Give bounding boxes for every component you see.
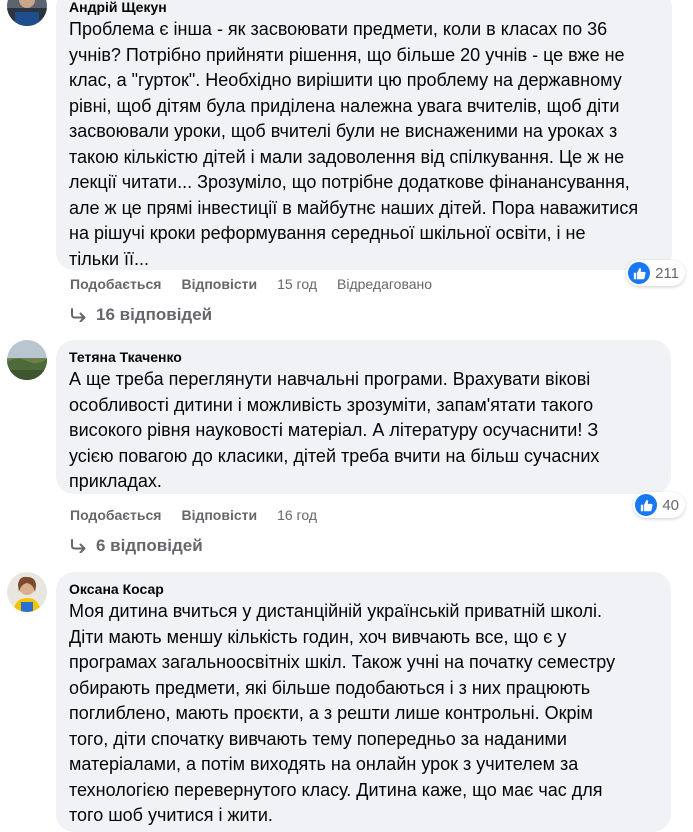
avatar[interactable] [7,340,47,380]
comment-bubble: Тетяна Ткаченко А ще треба переглянути н… [56,340,671,494]
comment-text: Проблема є інша - як засвоювати предмети… [69,19,639,269]
comment-author[interactable]: Тетяна Ткаченко [69,348,658,366]
comment-actions: Подобається Відповісти 16 год [70,507,317,523]
like-button[interactable]: Подобається [70,276,161,292]
like-button[interactable]: Подобається [70,507,161,523]
replies-count: 6 відповідей [96,536,203,555]
comment-text: А ще треба переглянути навчальні програм… [69,369,600,491]
comment-bubble: Андрій Щекун Проблема є інша - як засвою… [56,0,672,270]
reply-arrow-icon [71,539,86,553]
reaction-count[interactable]: 40 [633,492,685,518]
reaction-number: 40 [662,496,679,514]
view-replies-button[interactable]: 16 відповідей [70,305,212,325]
comment-author[interactable]: Андрій Щекун [69,0,659,16]
comment-text: Моя дитина вчиться у дистанційній україн… [69,601,616,825]
comment-author[interactable]: Оксана Косар [69,580,658,598]
avatar[interactable] [7,0,47,26]
reply-button[interactable]: Відповісти [181,507,257,523]
comment-actions: Подобається Відповісти 15 год Відредагов… [70,276,432,292]
timestamp[interactable]: 16 год [277,507,317,523]
replies-count: 16 відповідей [96,305,213,324]
comment-bubble: Оксана Косар Моя дитина вчиться у дистан… [56,572,671,832]
timestamp[interactable]: 15 год [277,276,317,292]
reply-arrow-icon [71,308,86,322]
like-icon [628,262,651,284]
reply-button[interactable]: Відповісти [181,276,257,292]
view-replies-button[interactable]: 6 відповідей [70,536,203,556]
reaction-number: 211 [655,264,679,282]
edited-label: Відредаговано [337,276,433,292]
like-icon [635,494,658,516]
avatar[interactable] [7,572,47,612]
reaction-count[interactable]: 211 [626,260,685,286]
